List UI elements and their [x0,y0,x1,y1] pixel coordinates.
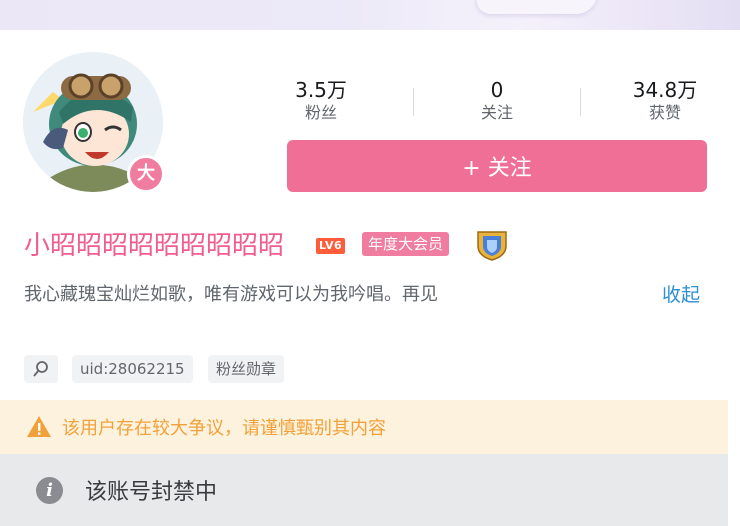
banner-decoration [471,0,599,14]
signature: 我心藏瑰宝灿烂如歌，唯有游戏可以为我吟唱。再见 [24,284,438,305]
info-icon: i [36,476,63,504]
stat-likes[interactable]: 34.8万 获赞 [600,78,730,124]
search-person-icon[interactable] [24,355,58,383]
stat-following-label: 关注 [480,103,513,122]
vip-badge[interactable]: 年度大会员 [362,232,450,256]
username: 小昭昭昭昭昭昭昭昭昭 [24,231,285,261]
collapse-link[interactable]: 收起 [662,280,700,310]
banned-notice: i 该账号封禁中 [0,454,728,526]
level-badge: LV6 [316,238,346,254]
medal-icon[interactable] [474,228,510,262]
banned-text: 该账号封禁中 [85,480,218,505]
stat-divider [580,88,581,116]
stat-fans-label: 粉丝 [304,103,337,122]
fan-medal-tag[interactable]: 粉丝勋章 [208,355,285,383]
warning-banner: 该用户存在较大争议，请谨慎甄别其内容 [0,400,728,454]
profile-card: 大 3.5万 粉丝 0 关注 34.8万 获赞 + 关注 小昭昭昭昭昭昭昭昭昭 … [0,30,740,526]
stat-fans-value: 3.5万 [295,78,347,102]
warning-icon [27,416,51,437]
stat-fans[interactable]: 3.5万 粉丝 [256,78,386,124]
stat-following[interactable]: 0 关注 [432,78,562,124]
stat-following-value: 0 [490,78,504,102]
stat-likes-label: 获赞 [648,103,681,122]
uid-tag[interactable]: uid:28062215 [72,355,193,383]
avatar-badge: 大 [127,155,165,193]
profile-banner [0,0,740,30]
stat-likes-value: 34.8万 [632,78,698,102]
follow-button[interactable]: + 关注 [287,140,707,192]
warning-text: 该用户存在较大争议，请谨慎甄别其内容 [62,418,386,439]
stat-divider [413,88,414,116]
